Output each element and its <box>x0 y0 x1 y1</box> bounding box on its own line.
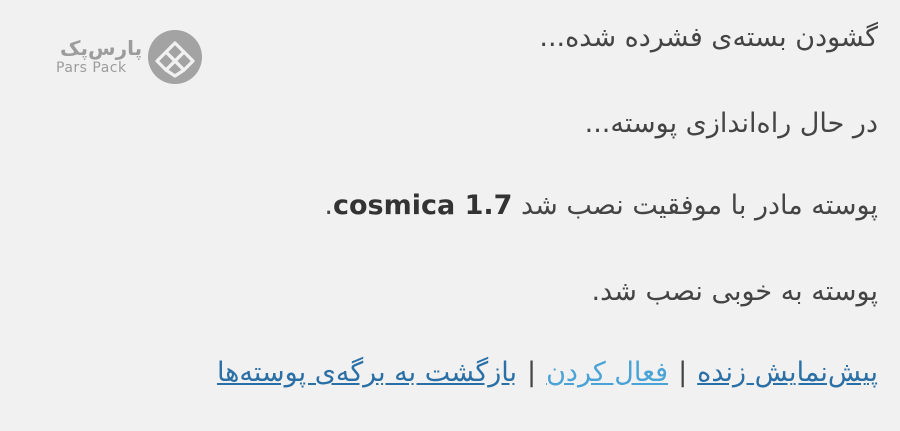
parent-installed-prefix: پوسته مادر با موفقیت نصب شد <box>512 190 878 221</box>
separator: | <box>526 357 537 388</box>
parent-theme-installed-message: پوسته مادر با موفقیت نصب شد cosmica 1.7. <box>324 188 878 224</box>
success-message: پوسته به خوبی نصب شد. <box>591 276 878 307</box>
diamond-lattice-logo-icon <box>148 30 203 84</box>
theme-actions: پیش‌نمایش زنده | فعال کردن | بازگشت به برگه‌… <box>217 355 878 391</box>
parent-installed-suffix: . <box>324 190 333 221</box>
back-to-themes-link[interactable]: بازگشت به برگه‌ی پوسته‌ها <box>217 357 517 388</box>
logo-name-fa: پارس‌پک <box>60 36 143 60</box>
installing-message: در حال راه‌اندازی پوسته... <box>584 108 878 139</box>
logo-name-en: Pars Pack <box>56 60 127 76</box>
logo: پارس‌پک Pars Pack <box>56 29 210 85</box>
live-preview-link[interactable]: پیش‌نمایش زنده <box>697 357 878 388</box>
unpacking-message: گشودن بسته‌ی فشرده شده... <box>539 22 878 53</box>
activate-link[interactable]: فعال کردن <box>546 357 668 388</box>
logo-text: پارس‌پک Pars Pack <box>56 37 142 77</box>
separator: | <box>678 357 688 388</box>
parent-theme-name: cosmica 1.7 <box>332 190 513 221</box>
